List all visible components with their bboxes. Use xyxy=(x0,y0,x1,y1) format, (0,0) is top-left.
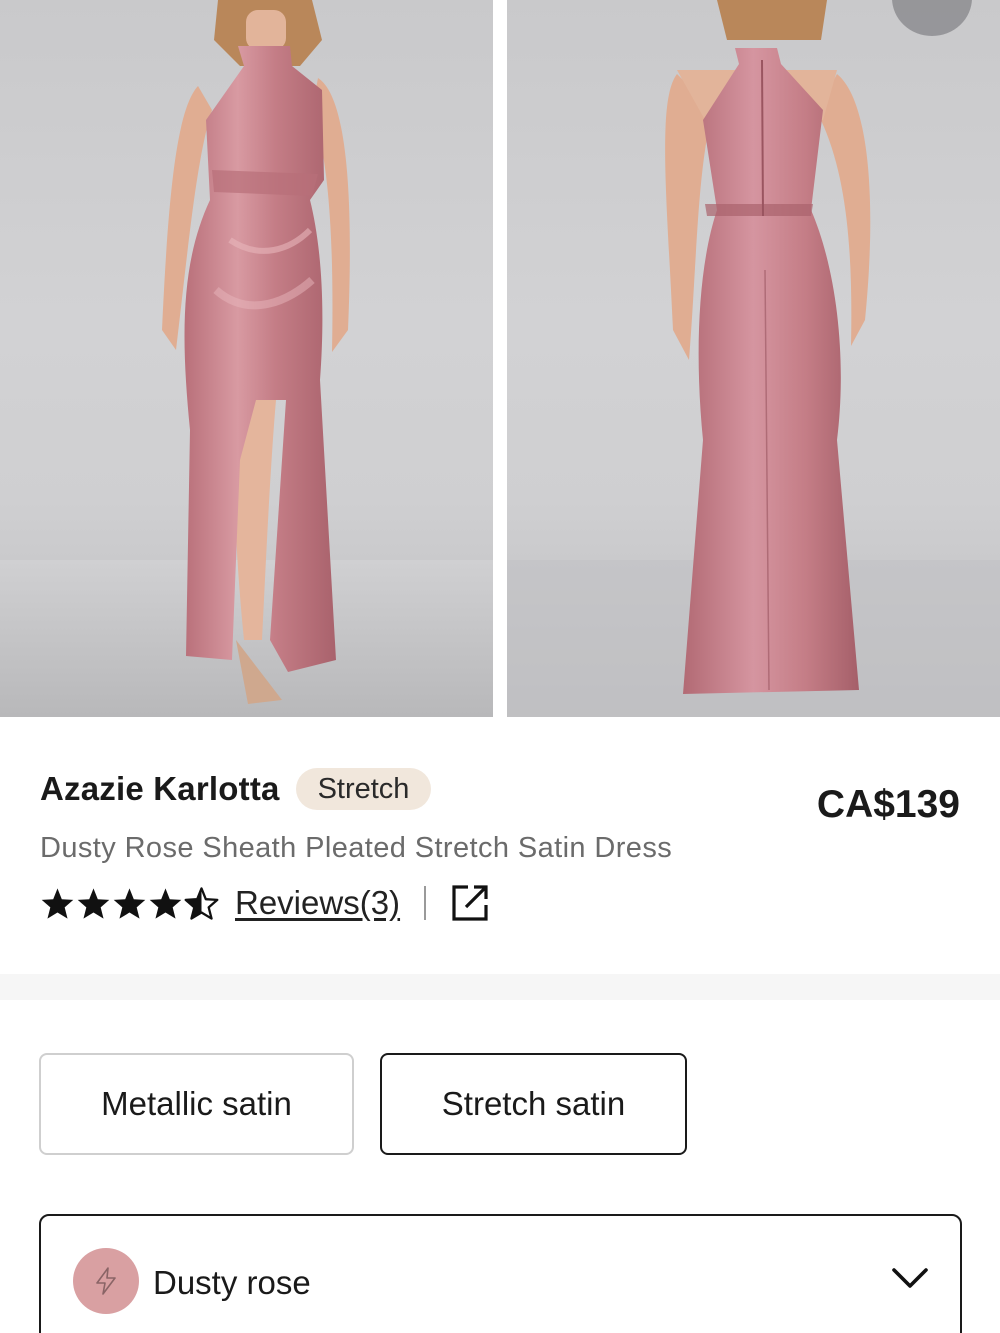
color-dropdown[interactable]: Dusty rose xyxy=(39,1214,962,1333)
chevron-down-icon xyxy=(892,1268,928,1288)
dress-back-image xyxy=(507,0,1000,717)
star-icon xyxy=(113,887,146,919)
lightning-icon xyxy=(96,1267,116,1295)
fabric-option-stretch-satin[interactable]: Stretch satin xyxy=(380,1053,687,1155)
product-subtitle: Dusty Rose Sheath Pleated Stretch Satin … xyxy=(40,832,673,864)
star-icon xyxy=(77,887,110,919)
product-info: Azazie Karlotta Stretch CA$139 Dusty Ros… xyxy=(40,768,960,923)
product-gallery[interactable] xyxy=(0,0,1000,717)
selected-color-label: Dusty rose xyxy=(153,1264,311,1301)
external-link-icon[interactable] xyxy=(450,883,490,923)
separator xyxy=(424,886,427,920)
color-swatch xyxy=(73,1248,139,1314)
product-name: Azazie Karlotta xyxy=(40,770,280,807)
rating-row: Reviews(3) xyxy=(40,883,960,923)
product-photo-back[interactable] xyxy=(507,0,1000,717)
stretch-badge: Stretch xyxy=(295,768,432,810)
product-photo-front[interactable] xyxy=(0,0,493,717)
dress-front-image xyxy=(0,0,493,717)
star-rating xyxy=(40,886,219,920)
product-price: CA$139 xyxy=(816,783,960,826)
reviews-link[interactable]: Reviews(3) xyxy=(235,884,400,922)
star-half-icon xyxy=(184,886,219,920)
section-divider xyxy=(0,974,1000,1000)
star-icon xyxy=(41,887,74,919)
fabric-option-metallic-satin[interactable]: Metallic satin xyxy=(39,1053,354,1155)
star-icon xyxy=(149,887,182,919)
